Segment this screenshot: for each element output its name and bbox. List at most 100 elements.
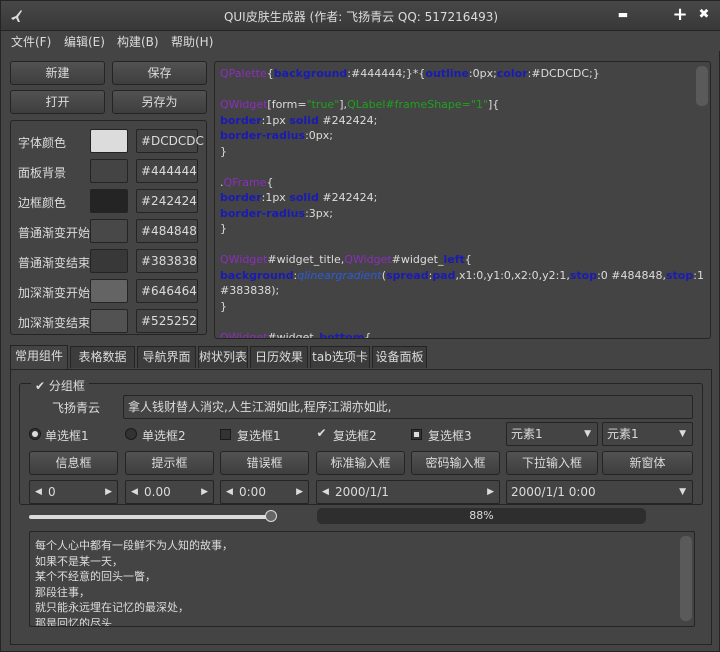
int-spinbox[interactable]: ◀ 0 ▶	[29, 480, 118, 504]
code-token: border	[220, 191, 262, 204]
close-button[interactable]: ✖	[692, 4, 716, 28]
tab-navigation[interactable]: 导航界面	[137, 346, 196, 368]
code-token: background	[220, 268, 294, 282]
new-button[interactable]: 新建	[10, 61, 105, 85]
tab-tree-list[interactable]: 树状列表	[198, 346, 248, 368]
menu-build[interactable]: 构建(B)	[117, 33, 159, 50]
menu-file[interactable]: 文件(F)	[11, 33, 51, 50]
radio-1-label[interactable]: 单选框1	[45, 427, 89, 444]
standard-input-button[interactable]: 标准输入框	[316, 451, 405, 475]
combo-box-1[interactable]: 元素1 ▼	[506, 422, 598, 446]
datetime-edit[interactable]: 2000/1/1 0:00 ▼	[506, 480, 693, 504]
radio-1-indicator[interactable]	[29, 428, 41, 440]
color-swatch[interactable]	[90, 129, 128, 153]
color-panel: 字体颜色 #DCDCDC 面板背景 #444444 边框颜色 #242424 普…	[10, 120, 207, 335]
text-line: 每个人心中都有一段鲜不为人知的故事，	[35, 539, 233, 552]
double-spinbox[interactable]: ◀ 0.00 ▶	[125, 480, 214, 504]
code-token: :0px;	[468, 67, 497, 80]
code-token: solid	[289, 113, 319, 127]
chevron-left-icon[interactable]: ◀	[35, 481, 42, 503]
chevron-left-icon[interactable]: ◀	[226, 481, 233, 503]
menu-edit[interactable]: 编辑(E)	[64, 33, 105, 50]
text-input[interactable]: 拿人钱财替人消灾,人生江湖如此,程序江湖亦如此,	[123, 395, 693, 419]
qss-code-editor[interactable]: QPalette{background:#444444;}*{outline:0…	[214, 61, 711, 339]
color-label: 边框颜色	[18, 196, 67, 210]
code-token: spread	[385, 268, 429, 282]
combo-box-2[interactable]: 元素1 ▼	[602, 422, 693, 446]
menu-help[interactable]: 帮助(H)	[171, 33, 213, 50]
color-row-normal-start: 普通渐变开始 #484848	[11, 219, 208, 245]
tab-tab-widget[interactable]: tab选项卡	[310, 346, 370, 368]
text-area-scrollbar[interactable]	[680, 536, 692, 621]
password-input-button[interactable]: 密码输入框	[411, 451, 500, 475]
code-token: "true"	[306, 98, 340, 111]
tab-table-data[interactable]: 表格数据	[70, 346, 135, 368]
chevron-right-icon[interactable]: ▶	[487, 481, 494, 503]
save-as-button[interactable]: 另存为	[112, 90, 207, 114]
time-edit[interactable]: ◀ 0:00 ▶	[220, 480, 309, 504]
partial-check-icon	[414, 432, 419, 437]
tab-common-widgets[interactable]: 常用组件	[10, 345, 68, 369]
chevron-right-icon[interactable]: ▶	[105, 481, 112, 503]
poem-text-area[interactable]: 每个人心中都有一段鲜不为人知的故事， 如果不是某一天， 某个不经意的回头一瞥， …	[29, 531, 695, 627]
name-label: 飞扬青云	[52, 401, 101, 415]
color-label: 普通渐变结束	[18, 256, 91, 270]
color-swatch[interactable]	[90, 249, 128, 273]
chevron-right-icon[interactable]: ▶	[201, 481, 208, 503]
code-token: solid	[289, 191, 319, 204]
color-value[interactable]: #DCDCDC	[136, 129, 204, 153]
tab-device-panel[interactable]: 设备面板	[372, 346, 427, 368]
slider-track[interactable]	[29, 510, 277, 522]
checkbox-3-indicator[interactable]	[411, 429, 422, 440]
chevron-left-icon[interactable]: ◀	[131, 481, 138, 503]
checkbox-2-label[interactable]: 复选框2	[333, 427, 377, 444]
group-title-text: 分组框	[48, 379, 85, 393]
date-edit[interactable]: ◀ 2000/1/1 ▶	[316, 480, 500, 504]
chevron-left-icon[interactable]: ◀	[322, 481, 329, 503]
color-value[interactable]: #383838	[136, 249, 198, 273]
dropdown-input-button[interactable]: 下拉输入框	[506, 451, 598, 475]
color-value[interactable]: #484848	[136, 219, 198, 243]
code-token: {	[364, 330, 372, 339]
color-value[interactable]: #525252	[136, 309, 198, 333]
slider-handle[interactable]	[264, 510, 277, 522]
checkbox-3-label[interactable]: 复选框3	[428, 427, 472, 444]
code-token: QLabel#frameShape="1"	[347, 98, 489, 111]
color-value[interactable]: #646464	[136, 279, 198, 303]
color-value[interactable]: #242424	[136, 189, 198, 213]
radio-2-label[interactable]: 单选框2	[142, 427, 186, 444]
code-token: :0 #484848,	[597, 268, 666, 282]
maximize-button[interactable]: +	[668, 4, 692, 28]
code-token: QWidget	[220, 98, 268, 111]
tab-calendar[interactable]: 日历效果	[250, 346, 308, 368]
color-swatch[interactable]	[90, 159, 128, 183]
color-swatch[interactable]	[90, 309, 128, 333]
info-box-button[interactable]: 信息框	[29, 451, 118, 475]
combo-1-value: 元素1	[511, 427, 543, 441]
color-row-dark-end: 加深渐变结束 #525252	[11, 309, 208, 335]
open-button[interactable]: 打开	[10, 90, 105, 114]
color-swatch[interactable]	[90, 189, 128, 213]
minimize-button[interactable]: ▬	[611, 4, 635, 28]
save-button[interactable]: 保存	[112, 61, 207, 85]
radio-2-indicator[interactable]	[125, 428, 137, 440]
checkbox-2-indicator[interactable]: ✔	[316, 427, 327, 440]
editor-scrollbar[interactable]	[696, 66, 708, 106]
hint-box-button[interactable]: 提示框	[125, 451, 214, 475]
code-token: }	[220, 299, 227, 313]
checkbox-1-label[interactable]: 复选框1	[237, 427, 281, 444]
new-window-button[interactable]: 新窗体	[602, 451, 693, 475]
code-token: stop	[569, 268, 598, 282]
text-line: 那是回忆的尽头	[35, 616, 112, 627]
color-value[interactable]: #444444	[136, 159, 198, 183]
color-row-dark-start: 加深渐变开始 #646464	[11, 279, 208, 305]
checkbox-1-indicator[interactable]	[220, 429, 231, 440]
title-bar[interactable]: QUI皮肤生成器 (作者: 飞扬青云 QQ: 517216493) ▬ + ✖	[1, 1, 720, 31]
group-box-title[interactable]: ✔ 分组框	[31, 377, 89, 394]
chevron-right-icon[interactable]: ▶	[296, 481, 303, 503]
code-token: qlineargradient	[297, 268, 382, 282]
color-swatch[interactable]	[90, 219, 128, 243]
menu-bar: 文件(F) 编辑(E) 构建(B) 帮助(H)	[1, 31, 720, 51]
error-box-button[interactable]: 错误框	[220, 451, 309, 475]
color-swatch[interactable]	[90, 279, 128, 303]
